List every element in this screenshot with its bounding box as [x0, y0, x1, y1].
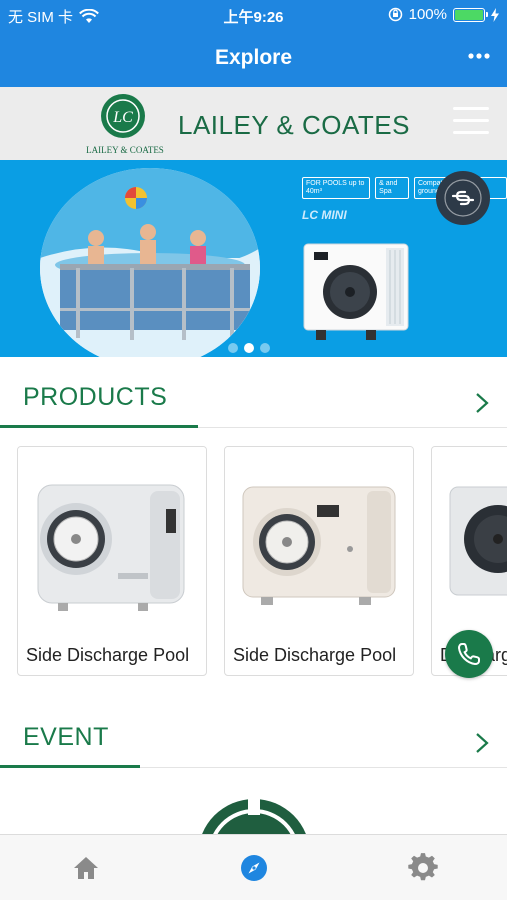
- lc-logo-icon: LC: [101, 94, 145, 138]
- page-title: Explore: [214, 46, 293, 69]
- event-underline: [0, 765, 140, 768]
- product-image: [432, 447, 507, 635]
- brand-logo[interactable]: LC LAILEY & COATES: [80, 93, 170, 157]
- hamburger-menu-icon[interactable]: [453, 107, 489, 137]
- event-title: EVENT: [23, 723, 109, 751]
- battery-icon: [453, 7, 488, 22]
- badge-pool-size: FOR POOLS up to 40m³: [302, 177, 371, 199]
- event-section-header[interactable]: EVENT: [0, 707, 507, 769]
- brand-header: LC LAILEY & COATES LAILEY & COATES: [0, 87, 507, 160]
- orientation-lock-icon: [388, 7, 402, 22]
- gear-icon[interactable]: [408, 853, 438, 883]
- product-card[interactable]: Side Discharge Pool: [17, 446, 207, 676]
- products-section-header[interactable]: PRODUCTS: [0, 367, 507, 429]
- pool-scene-image: [40, 168, 260, 357]
- badge-spa: & and Spa: [375, 177, 409, 199]
- more-icon[interactable]: [467, 46, 491, 69]
- link-icon[interactable]: [436, 171, 490, 225]
- product-label: Side Discharge Pool: [26, 645, 190, 665]
- app-screen: 无 SIM 卡 上午9:26 100% Explore LC LAILEY & …: [0, 0, 507, 900]
- heat-pump-unit-image: [303, 243, 409, 340]
- products-title: PRODUCTS: [23, 383, 168, 411]
- carousel-dots: [228, 343, 270, 353]
- compass-icon[interactable]: [239, 853, 269, 883]
- logo-caption: LAILEY & COATES: [86, 145, 164, 155]
- banner-model-name: LC MINI: [302, 208, 347, 222]
- product-image: [18, 447, 206, 635]
- brand-name: LAILEY & COATES: [178, 110, 410, 140]
- product-image: [225, 447, 413, 635]
- charging-icon: [491, 7, 499, 22]
- home-icon[interactable]: [71, 853, 101, 883]
- tab-bar: [0, 834, 507, 900]
- logo-initials: LC: [112, 109, 133, 126]
- products-underline: [0, 425, 198, 428]
- chevron-right-icon[interactable]: [473, 731, 491, 755]
- product-card[interactable]: Side Discharge Pool: [224, 446, 414, 676]
- navigation-bar: Explore: [0, 32, 507, 87]
- phone-call-button[interactable]: [445, 630, 493, 678]
- phone-icon: [457, 643, 480, 666]
- status-right: 100%: [388, 6, 499, 23]
- carousel-dot[interactable]: [260, 343, 270, 353]
- product-label: Side Discharge Pool: [233, 645, 397, 665]
- promo-banner[interactable]: FOR POOLS up to 40m³ & and Spa Compatibl…: [0, 160, 507, 357]
- chevron-right-icon[interactable]: [473, 391, 491, 415]
- product-carousel[interactable]: Side Discharge Pool Side Discharge Pool: [0, 446, 507, 678]
- status-bar: 无 SIM 卡 上午9:26 100%: [0, 0, 507, 32]
- carousel-dot[interactable]: [228, 343, 238, 353]
- battery-percent: 100%: [408, 6, 447, 23]
- carousel-dot-active[interactable]: [244, 343, 254, 353]
